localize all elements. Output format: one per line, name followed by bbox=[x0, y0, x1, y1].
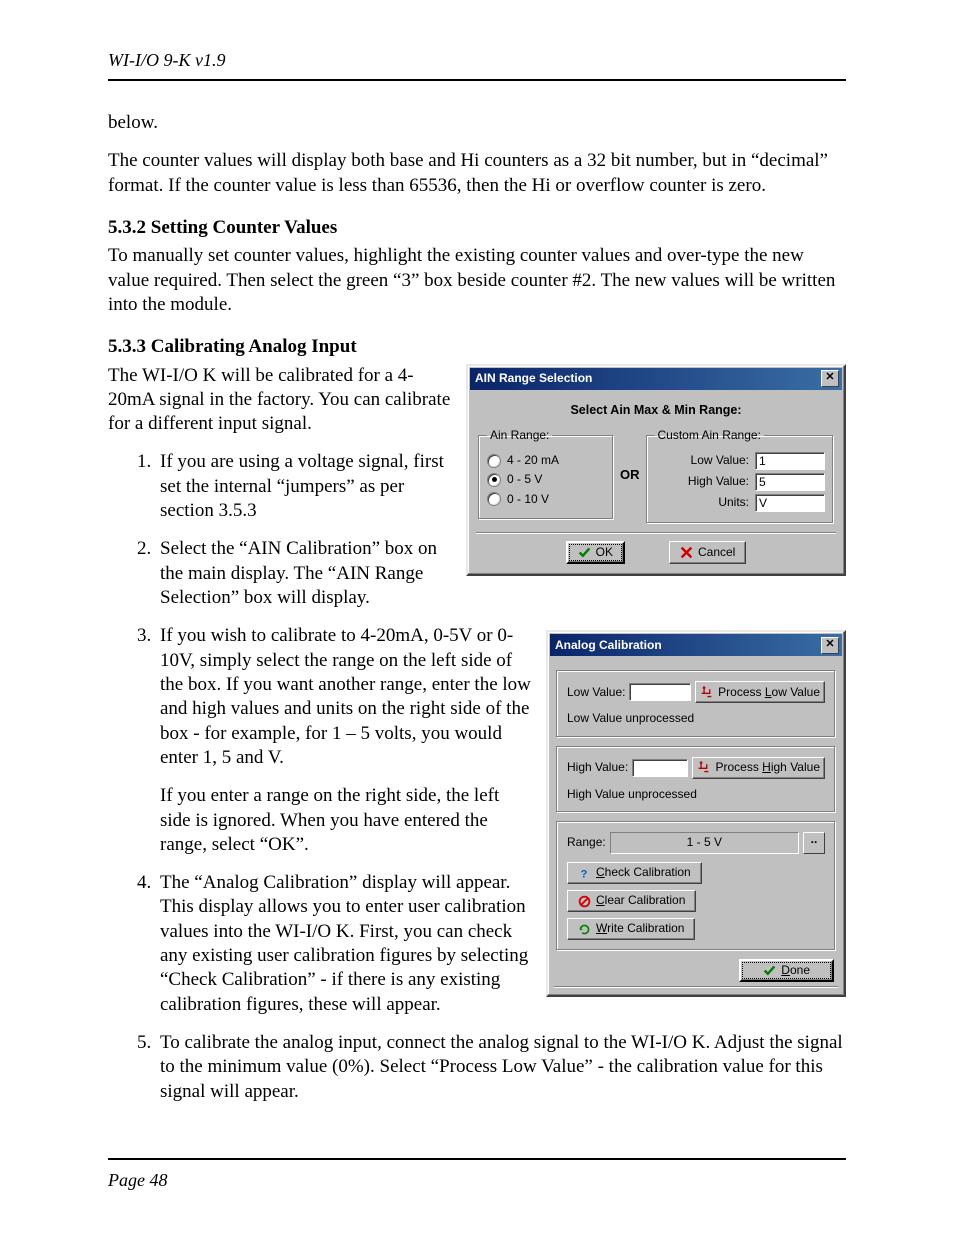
done-button[interactable]: Done bbox=[739, 959, 834, 982]
svg-text:?: ? bbox=[580, 868, 587, 879]
cancel-label: Cancel bbox=[698, 545, 735, 560]
units-label: Units: bbox=[718, 495, 749, 510]
range-panel: Range: 1 - 5 V .. ? Check Calibration bbox=[556, 821, 836, 951]
high-value-input[interactable] bbox=[632, 759, 688, 777]
radio-label: 4 - 20 mA bbox=[507, 453, 559, 468]
process-high-value-button[interactable]: Process High Value bbox=[692, 757, 825, 779]
radio-4-20ma[interactable]: 4 - 20 mA bbox=[487, 453, 605, 468]
page-number: Page 48 bbox=[108, 1170, 846, 1191]
radio-icon bbox=[487, 454, 501, 468]
x-icon bbox=[680, 546, 693, 559]
units-input[interactable] bbox=[755, 494, 825, 512]
analog-calibration-dialog: Analog Calibration ✕ Low Value: Process … bbox=[546, 630, 846, 997]
low-value-status: Low Value unprocessed bbox=[567, 711, 825, 726]
close-icon[interactable]: ✕ bbox=[821, 637, 839, 654]
high-value-input[interactable] bbox=[755, 473, 825, 491]
bottom-rule bbox=[108, 1158, 846, 1160]
low-value-label: Low Value: bbox=[567, 685, 625, 700]
dialog-titlebar[interactable]: Analog Calibration ✕ bbox=[550, 634, 842, 656]
process-low-value-button[interactable]: Process Low Value bbox=[695, 681, 825, 703]
step-3-text: If you wish to calibrate to 4-20mA, 0-5V… bbox=[160, 625, 531, 768]
clear-calibration-label: Clear Calibration bbox=[596, 893, 685, 908]
question-icon: ? bbox=[578, 867, 591, 880]
step-3: Analog Calibration ✕ Low Value: Process … bbox=[156, 624, 846, 857]
step-5: To calibrate the analog input, connect t… bbox=[156, 1031, 846, 1104]
heading-533: 5.3.3 Calibrating Analog Input bbox=[108, 335, 846, 359]
paragraph-532: To manually set counter values, highligh… bbox=[108, 244, 846, 317]
ok-button[interactable]: OK bbox=[566, 541, 625, 564]
process-high-label: Process High Value bbox=[715, 760, 820, 775]
done-label: Done bbox=[781, 963, 810, 978]
ok-label: OK bbox=[596, 545, 613, 560]
close-icon[interactable]: ✕ bbox=[821, 370, 839, 387]
run-icon bbox=[700, 686, 713, 699]
dialog-title: AIN Range Selection bbox=[475, 371, 592, 386]
cancel-button[interactable]: Cancel bbox=[669, 541, 746, 564]
high-value-label: High Value: bbox=[567, 760, 628, 775]
ain-range-legend: Ain Range: bbox=[487, 428, 552, 443]
high-value-label: High Value: bbox=[688, 474, 749, 489]
radio-icon bbox=[487, 473, 501, 487]
low-value-input[interactable] bbox=[629, 683, 691, 701]
radio-icon bbox=[487, 492, 501, 506]
or-label: OR bbox=[616, 467, 644, 484]
low-value-panel: Low Value: Process Low Value Low Value u… bbox=[556, 670, 836, 737]
custom-range-legend: Custom Ain Range: bbox=[655, 428, 764, 443]
range-browse-button[interactable]: .. bbox=[803, 832, 825, 854]
heading-532: 5.3.2 Setting Counter Values bbox=[108, 216, 846, 240]
radio-0-5v[interactable]: 0 - 5 V bbox=[487, 472, 605, 487]
low-value-label: Low Value: bbox=[691, 453, 749, 468]
separator bbox=[554, 986, 838, 987]
radio-0-10v[interactable]: 0 - 10 V bbox=[487, 492, 605, 507]
write-calibration-label: Write Calibration bbox=[596, 921, 684, 936]
radio-label: 0 - 10 V bbox=[507, 492, 549, 507]
range-label: Range: bbox=[567, 835, 606, 850]
check-calibration-button[interactable]: ? Check Calibration bbox=[567, 862, 702, 884]
range-value: 1 - 5 V bbox=[610, 832, 799, 854]
check-calibration-label: Check Calibration bbox=[596, 865, 691, 880]
write-calibration-button[interactable]: Write Calibration bbox=[567, 918, 695, 940]
run-icon bbox=[697, 761, 710, 774]
dialog-titlebar[interactable]: AIN Range Selection ✕ bbox=[470, 368, 842, 390]
low-value-input[interactable] bbox=[755, 452, 825, 470]
step-2: Select the “AIN Calibration” box on the … bbox=[156, 537, 490, 610]
dialog-heading: Select Ain Max & Min Range: bbox=[476, 402, 836, 418]
dialog-title: Analog Calibration bbox=[555, 638, 662, 653]
paragraph-below: below. bbox=[108, 111, 846, 135]
recycle-icon bbox=[578, 923, 591, 936]
radio-label: 0 - 5 V bbox=[507, 472, 542, 487]
step-1: If you are using a voltage signal, first… bbox=[156, 450, 490, 523]
top-rule bbox=[108, 79, 846, 81]
ain-range-selection-dialog: AIN Range Selection ✕ Select Ain Max & M… bbox=[466, 364, 846, 577]
high-value-panel: High Value: Process High Value High Valu… bbox=[556, 746, 836, 813]
paragraph-counter: The counter values will display both bas… bbox=[108, 149, 846, 198]
no-icon bbox=[578, 895, 591, 908]
paragraph-533-intro: The WI-I/O K will be calibrated for a 4-… bbox=[108, 364, 478, 437]
process-low-label: Process Low Value bbox=[718, 685, 820, 700]
clear-calibration-button[interactable]: Clear Calibration bbox=[567, 890, 696, 912]
check-icon bbox=[578, 546, 591, 559]
running-head: WI-I/O 9-K v1.9 bbox=[108, 50, 846, 71]
high-value-status: High Value unprocessed bbox=[567, 787, 825, 802]
check-icon bbox=[763, 964, 776, 977]
